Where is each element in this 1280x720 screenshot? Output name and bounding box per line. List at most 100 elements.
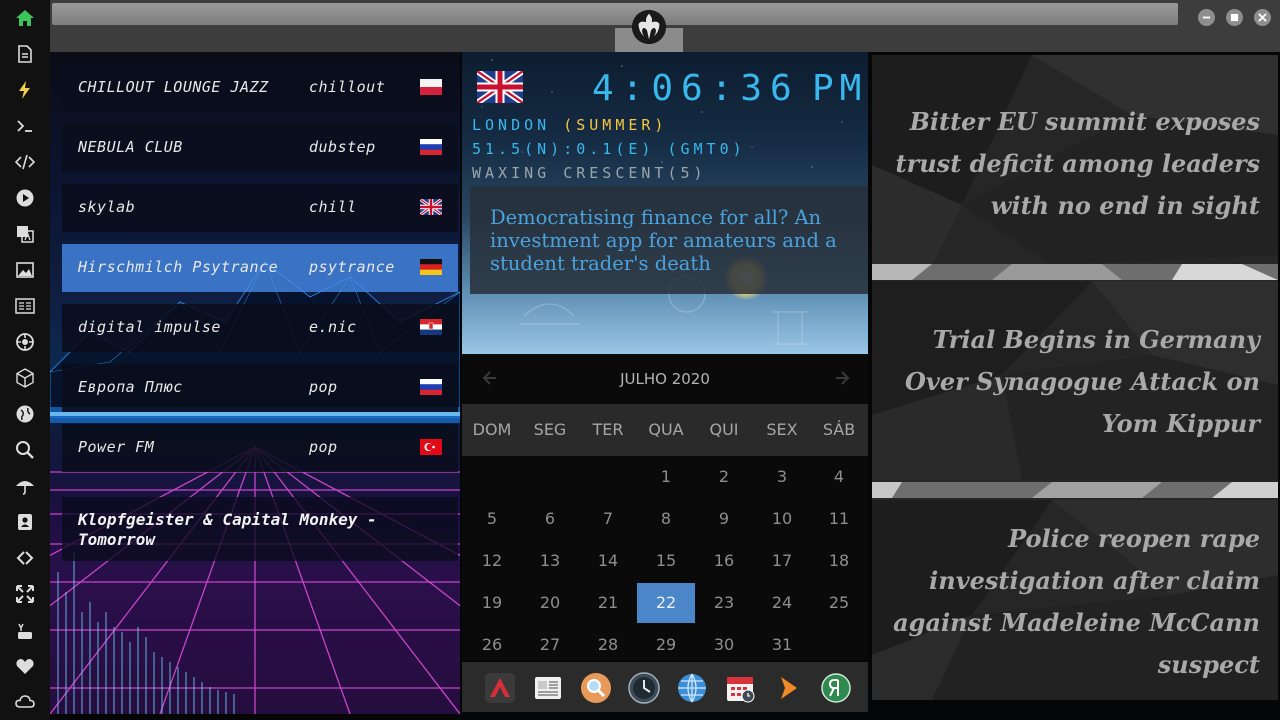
document-icon[interactable] <box>13 42 37 66</box>
weekday-label: QUA <box>648 420 684 439</box>
headline-box[interactable]: Democratising finance for all? An invest… <box>470 186 868 294</box>
city-line: LONDON (SUMMER) <box>472 116 667 134</box>
station-name: Power FM <box>78 438 155 456</box>
calendar-day[interactable]: 15 <box>637 541 695 581</box>
weekday-header: DOM SEG TER QUA QUI SEX SÁB <box>462 404 868 456</box>
calendar-day[interactable]: 12 <box>463 541 521 581</box>
calendar-day[interactable]: 3 <box>753 457 811 497</box>
news-reader-icon[interactable] <box>531 671 565 705</box>
calendar-day[interactable]: 2 <box>695 457 753 497</box>
clock-time: 4:06:36 <box>592 68 800 109</box>
calendar-day[interactable]: 14 <box>579 541 637 581</box>
contact-icon[interactable] <box>13 510 37 534</box>
calendar-day[interactable]: 17 <box>753 541 811 581</box>
calendar-day[interactable]: 5 <box>463 499 521 539</box>
calendar-day[interactable]: 28 <box>579 625 637 665</box>
station-row[interactable]: NEBULA CLUB dubstep <box>62 124 458 172</box>
station-row[interactable]: Power FM pop <box>62 424 458 472</box>
city-name: LONDON <box>472 116 564 134</box>
cube-icon[interactable] <box>13 366 37 390</box>
calendar-day[interactable]: 10 <box>753 499 811 539</box>
translate-icon[interactable] <box>13 222 37 246</box>
close-icon[interactable] <box>1254 9 1271 26</box>
uk-flag-icon <box>477 71 523 103</box>
station-row[interactable]: CHILLOUT LOUNGE JAZZ chillout <box>62 64 458 112</box>
maximize-icon[interactable] <box>1226 9 1243 26</box>
calendar-day[interactable]: 21 <box>579 583 637 623</box>
station-genre: pop <box>309 438 338 456</box>
station-row-active[interactable]: Hirschmilch Psytrance psytrance <box>62 244 458 292</box>
settings-gear-icon[interactable] <box>13 330 37 354</box>
terminal-icon[interactable] <box>13 114 37 138</box>
lightning-icon[interactable] <box>13 78 37 102</box>
umbrella-icon[interactable] <box>13 474 37 498</box>
cloud-icon[interactable] <box>13 690 37 714</box>
calendar-day[interactable]: 8 <box>637 499 695 539</box>
calendar-day[interactable]: 30 <box>695 625 753 665</box>
calendar-day[interactable]: 24 <box>753 583 811 623</box>
heart-icon[interactable] <box>13 654 37 678</box>
browser-globe-icon[interactable] <box>675 671 709 705</box>
calendar-day[interactable]: 26 <box>463 625 521 665</box>
minimize-icon[interactable] <box>1198 9 1215 26</box>
headline-text: Democratising finance for all? An invest… <box>490 206 837 275</box>
calendar-day[interactable]: 25 <box>810 583 868 623</box>
calendar-day[interactable]: 20 <box>521 583 579 623</box>
clock-ampm: PM <box>812 68 868 109</box>
search-icon[interactable] <box>13 438 37 462</box>
russia-flag-icon <box>420 139 442 155</box>
calendar-day-today[interactable]: 22 <box>637 583 695 623</box>
weekday-label: QUI <box>709 420 739 439</box>
calendar-day[interactable]: 31 <box>753 625 811 665</box>
station-genre: chill <box>309 198 357 216</box>
dock <box>462 662 868 712</box>
calendar-day[interactable]: 11 <box>810 499 868 539</box>
expand-icon[interactable] <box>13 582 37 606</box>
calendar-day[interactable]: 19 <box>463 583 521 623</box>
calendar-day[interactable]: 29 <box>637 625 695 665</box>
calendar-day[interactable]: 1 <box>637 457 695 497</box>
calendar-day[interactable]: 6 <box>521 499 579 539</box>
station-name: skylab <box>78 198 136 216</box>
search-app-icon[interactable] <box>579 671 613 705</box>
home-icon[interactable] <box>13 6 37 30</box>
croatia-flag-icon <box>420 319 442 335</box>
calendar-day[interactable]: 4 <box>810 457 868 497</box>
weekday-label: DOM <box>472 420 512 439</box>
next-month-icon[interactable] <box>834 368 854 388</box>
station-row[interactable]: skylab chill <box>62 184 458 232</box>
calendar-day[interactable]: 7 <box>579 499 637 539</box>
arrow-app-icon[interactable] <box>771 671 805 705</box>
news-icon[interactable] <box>13 294 37 318</box>
globe-icon[interactable] <box>13 402 37 426</box>
calendar-day[interactable]: 16 <box>695 541 753 581</box>
code-icon[interactable] <box>13 150 37 174</box>
news-headline[interactable]: Trial Begins in Germany Over Synagogue A… <box>892 319 1260 445</box>
news-headline[interactable]: Police reopen rape investigation after c… <box>892 518 1260 686</box>
calendar-day[interactable]: 9 <box>695 499 753 539</box>
app-launcher-icon[interactable] <box>483 671 517 705</box>
calendar-day[interactable]: 23 <box>695 583 753 623</box>
news-headline[interactable]: Bitter EU summit exposes trust deficit a… <box>892 101 1261 227</box>
address-field[interactable] <box>52 3 1178 25</box>
station-row[interactable]: Европа Плюс pop <box>62 364 458 412</box>
clock-app-icon[interactable] <box>627 671 661 705</box>
weekday-label: SÁB <box>822 420 856 439</box>
link-icon[interactable] <box>13 546 37 570</box>
yandex-icon[interactable] <box>819 671 853 705</box>
season: (SUMMER) <box>563 116 668 134</box>
window-titlebar <box>50 0 1280 52</box>
station-row[interactable]: digital impulse e.nic <box>62 304 458 352</box>
calendar-day[interactable]: 18 <box>810 541 868 581</box>
calendar-day[interactable]: 27 <box>521 625 579 665</box>
separator-bar <box>872 482 1278 498</box>
play-icon[interactable] <box>13 186 37 210</box>
weekday-label: SEG <box>533 420 567 439</box>
youtube-icon[interactable] <box>13 618 37 642</box>
news-panel: Bitter EU summit exposes trust deficit a… <box>872 55 1278 700</box>
station-name: digital impulse <box>78 318 221 336</box>
calendar-app-icon[interactable] <box>723 671 757 705</box>
calendar-day[interactable]: 13 <box>521 541 579 581</box>
uk-flag-icon <box>420 199 442 215</box>
image-icon[interactable] <box>13 258 37 282</box>
